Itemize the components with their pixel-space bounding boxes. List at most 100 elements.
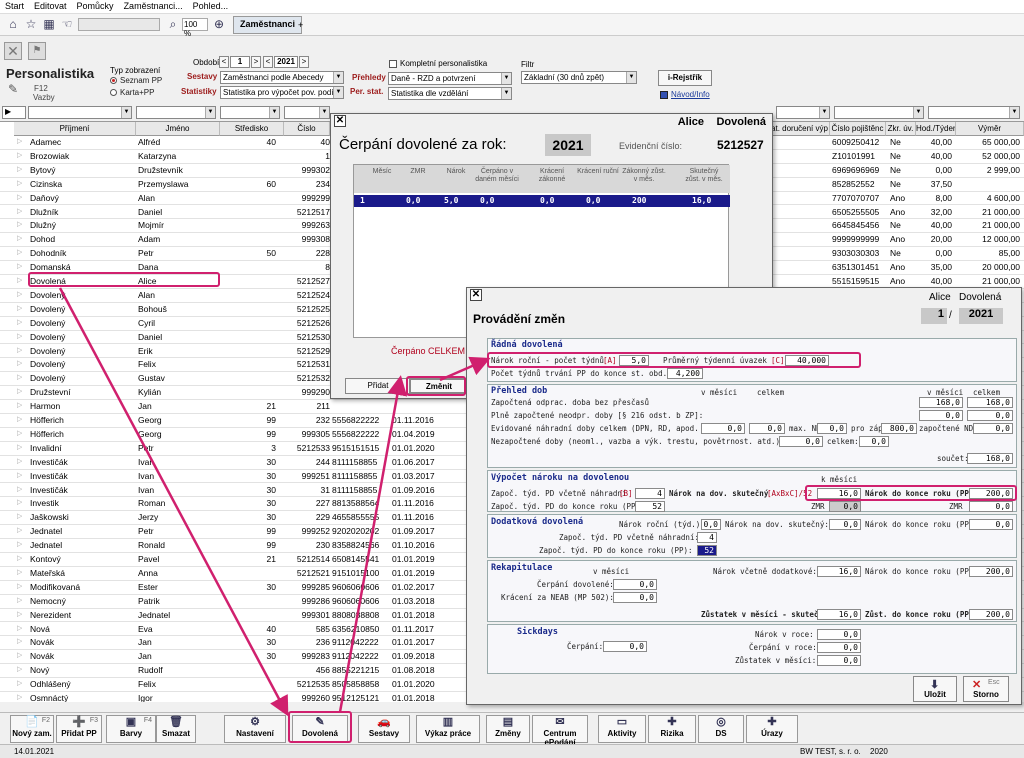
plne-c-field[interactable]: 0,0 [967,410,1013,421]
cerpani-row[interactable]: 1 0,0 5,0 0,0 0,0 0,0 200 16,0 [354,195,730,207]
zapoc-c-field[interactable]: 168,0 [967,397,1013,408]
zapoc-tyd-field[interactable]: 4 [635,488,665,499]
zoom-in-icon[interactable]: ⊕ [212,17,226,31]
col-doruceni[interactable]: at. doručení výp [770,122,830,136]
bottom-button-12[interactable]: ◎ DS [698,715,744,743]
soucet-field[interactable]: 168,0 [967,453,1013,464]
bottom-button-9[interactable]: ✉ Centrum ePodání [532,715,588,747]
nezap-c-field[interactable]: 0,0 [859,436,889,447]
perstat-select[interactable]: Statistika dle vzdělání ▼ [388,87,512,100]
menu-zamestnanci[interactable]: Zaměstnanci... [119,0,188,13]
dod-zapoc-pp-field[interactable]: 52 [697,545,717,556]
menu-pomucky[interactable]: Pomůcky [72,0,119,13]
home-icon[interactable]: ⌂ [6,17,20,31]
toolbar-field[interactable] [78,18,160,31]
zapnd-field[interactable]: 0,0 [973,423,1013,434]
sick-cerproce-field[interactable]: 0,0 [817,642,861,653]
filter-prijmeni[interactable]: ▼ [28,106,132,119]
kraceni-field[interactable]: 0,0 [613,592,657,603]
close-icon[interactable]: ✕ [334,115,346,127]
filter-stredisko[interactable]: ▼ [220,106,280,119]
evid2-field[interactable]: 0,0 [749,423,785,434]
sick-zust-field[interactable]: 0,0 [817,655,861,666]
obdobi-month[interactable]: 1 [230,56,250,68]
bottom-button-11[interactable]: ✚ Rizika [648,715,696,743]
col-cislo[interactable]: Číslo [284,122,330,136]
evid-field[interactable]: 0,0 [701,423,745,434]
filter-jmeno[interactable]: ▼ [136,106,216,119]
col-vymer[interactable]: Výměr [956,122,1024,136]
zapoc-m-field[interactable]: 168,0 [919,397,963,408]
obdobi-prev-month[interactable]: < [219,56,229,68]
dod-narok-field[interactable]: 0,0 [701,519,721,530]
sick-cerp-field[interactable]: 0,0 [603,641,647,652]
zmr2-field[interactable]: 0,0 [969,501,1013,512]
narok-konec2-field[interactable]: 200,0 [969,566,1013,577]
dod-skut-field[interactable]: 0,0 [829,519,861,530]
cerp-dov-field[interactable]: 0,0 [613,579,657,590]
bottom-button-7[interactable]: ▥ Výkaz práce [416,715,480,743]
storno-button[interactable]: ✕ Esc Storno [963,676,1009,702]
menu-start[interactable]: Start [0,0,29,13]
bottom-button-6[interactable]: 🚗 Sestavy [358,715,410,743]
col-pojistenec[interactable]: Číslo pojištěnc [830,122,886,136]
col-stredisko[interactable]: Středisko [220,122,284,136]
tab-add-button[interactable]: + [298,20,303,30]
col-zkr-uv[interactable]: Zkr. úv. [886,122,916,136]
zustatek-field[interactable]: 16,0 [817,609,861,620]
filter-selector[interactable]: ▶ [2,106,26,119]
dod-konec-field[interactable]: 0,0 [969,519,1013,530]
dod-zapoc-field[interactable]: 4 [697,532,717,543]
bottom-button-0[interactable]: 📄 F2 Nový zam. [10,715,54,743]
bottom-button-10[interactable]: ▭ Aktivity [598,715,646,743]
obdobi-next-year[interactable]: > [299,56,309,68]
ulozit-button[interactable]: ⬇ Uložit [913,676,957,702]
bottom-button-8[interactable]: ▤ Změny [486,715,530,743]
sestavy-select[interactable]: Zaměstnanci podle Abecedy ▼ [220,71,344,84]
statistiky-select[interactable]: Statistika pro výpočet pov. podílu ▼ [220,86,344,99]
close-icon[interactable]: ✕ [4,42,22,60]
tiles-icon[interactable]: ▦ [42,17,56,31]
pencil-icon[interactable]: ✎ [8,82,18,96]
filtr-select[interactable]: Základní (30 dnů zpět) ▼ [521,71,637,84]
obdobi-year[interactable]: 2021 [274,56,298,68]
star-icon[interactable]: ☆ [24,17,38,31]
pocet-tydnu-field[interactable]: 4,200 [667,368,703,379]
zoom-field[interactable]: 100 % [182,18,208,38]
irejstrik-button[interactable]: i-Rejstřík [658,70,712,86]
filter-pojistenec[interactable]: ▼ [776,106,830,119]
col-hod-tyden[interactable]: Hod./Týden [916,122,956,136]
menu-editovat[interactable]: Editovat [29,0,72,13]
close-icon[interactable]: ✕ [470,289,482,301]
col-jmeno[interactable]: Jméno [136,122,220,136]
maxnd-field[interactable]: 0,0 [817,423,847,434]
zust-konec-field[interactable]: 200,0 [969,609,1013,620]
zapoc-pp-field[interactable]: 52 [635,501,665,512]
sick-narok-field[interactable]: 0,0 [817,629,861,640]
plne-m-field[interactable]: 0,0 [919,410,963,421]
bottom-button-4[interactable]: ⚙ Nastavení [224,715,286,743]
navod-link[interactable]: Návod/Info [671,90,710,99]
zoom-icon[interactable]: ⌕ [166,17,180,31]
bottom-button-3[interactable]: 🗑 Smazat [156,715,196,743]
filter-vymer[interactable]: ▼ [928,106,1020,119]
flag-icon[interactable]: ⚑ [28,42,46,60]
vazby-label[interactable]: Vazby [33,93,55,102]
prehledy-select[interactable]: Daně - RZD a potvrzení ▼ [388,72,512,85]
bottom-button-1[interactable]: ➕ F3 Přidat PP [56,715,102,743]
filter-cislo[interactable]: ▼ [284,106,330,119]
bottom-button-2[interactable]: ▣ F4 Barvy [106,715,156,743]
prozap-field[interactable]: 800,0 [881,423,917,434]
pridat-button[interactable]: Přidat [345,378,411,394]
narok-vcetne-field[interactable]: 16,0 [817,566,861,577]
bottom-button-13[interactable]: ✚ Úrazy [746,715,798,743]
filter-hod[interactable]: ▼ [834,106,924,119]
kompletni-checkbox[interactable] [389,60,397,68]
menu-pohled[interactable]: Pohled... [188,0,234,13]
radio-seznam[interactable] [110,77,117,84]
col-prijmeni[interactable]: Příjmení [14,122,136,136]
radio-karta[interactable] [110,89,117,96]
obdobi-next-month[interactable]: > [251,56,261,68]
nezap-m-field[interactable]: 0,0 [779,436,823,447]
obdobi-prev-year[interactable]: < [263,56,273,68]
